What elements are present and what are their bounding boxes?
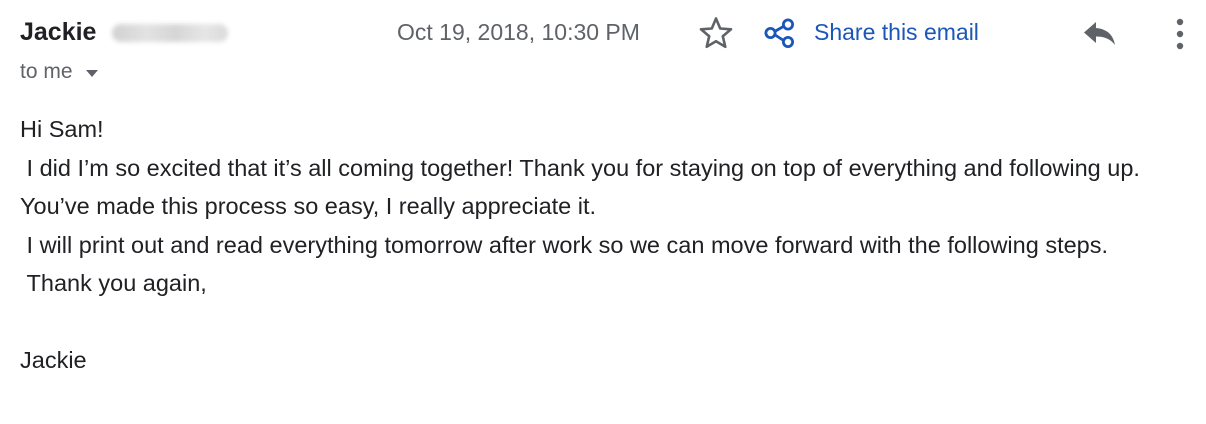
reply-button[interactable] — [1080, 16, 1120, 50]
sender-surname-redacted — [112, 24, 228, 42]
email-signature: Jackie — [20, 347, 87, 373]
sender-name[interactable]: Jackie — [20, 16, 96, 48]
caret-down-icon — [85, 69, 98, 77]
email-timestamp: Oct 19, 2018, 10:30 PM — [397, 19, 640, 45]
reply-icon — [1084, 22, 1115, 45]
share-icon[interactable] — [763, 18, 797, 48]
email-paragraph: I did I’m so excited that it’s all comin… — [20, 154, 1147, 220]
more-options-button[interactable] — [1168, 14, 1192, 54]
recipient-details-toggle[interactable]: to me — [20, 58, 98, 86]
recipient-label: to me — [20, 60, 73, 83]
star-button[interactable] — [697, 14, 735, 52]
email-greeting: Hi Sam! — [20, 116, 104, 142]
email-body: Hi Sam! I did I’m so excited that it’s a… — [20, 110, 1186, 380]
star-outline-icon — [699, 17, 733, 49]
share-email-link[interactable]: Share this email — [814, 16, 979, 48]
more-vertical-icon — [1176, 18, 1184, 50]
email-header: Jackie to me Oct 19, 2018, 10:30 PM Shar… — [0, 0, 1206, 100]
email-paragraph: I will print out and read everything tom… — [20, 231, 1109, 258]
email-closing: Thank you again, — [20, 270, 207, 296]
